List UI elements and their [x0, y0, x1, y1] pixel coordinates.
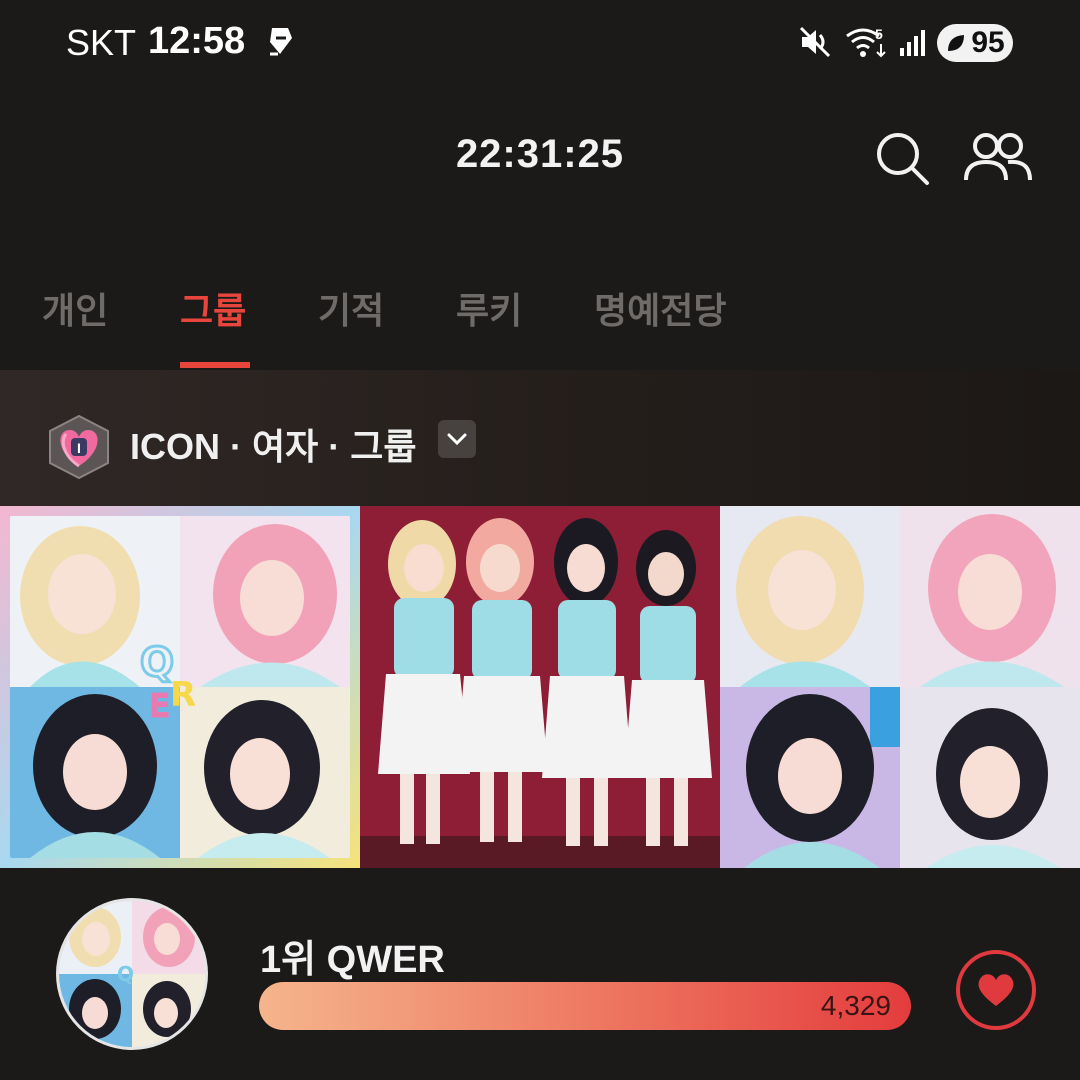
active-tab-indicator [180, 362, 250, 368]
icon-badge: I [44, 414, 114, 485]
tab-group[interactable]: 그룹 [180, 282, 246, 334]
svg-text:Q: Q [140, 640, 174, 686]
group-photo-stage[interactable] [360, 506, 720, 868]
tab-rookie[interactable]: 루키 [456, 282, 522, 334]
group-photo-collage[interactable]: Q R E [0, 506, 360, 868]
leaf-icon [948, 35, 965, 51]
signal-icon [898, 28, 928, 63]
mute-icon [798, 25, 832, 64]
wifi-icon: 5 [845, 26, 891, 65]
svg-text:E: E [150, 689, 169, 724]
member-grid-image [720, 506, 1080, 868]
people-button[interactable] [962, 130, 1034, 186]
member-photo-grid[interactable] [720, 506, 1080, 868]
search-icon [877, 133, 929, 185]
vote-heart-button[interactable] [956, 950, 1036, 1030]
vote-count: 4,329 [820, 990, 891, 1021]
rank-title: 1위 QWER [260, 939, 445, 981]
search-button[interactable] [874, 130, 932, 188]
category-title: ICON · 여자 · 그룹 [130, 426, 417, 467]
photo-carousel[interactable]: Q R E [0, 506, 1080, 868]
avatar-image: Q [59, 901, 205, 1047]
battery-level: 95 [971, 26, 1005, 59]
chevron-down-icon [447, 433, 467, 446]
tab-bar: 개인 그룹 기적 루키 명예전당 [0, 270, 1080, 370]
status-bar: SKT 12:58 5 95 [0, 0, 1080, 90]
svg-text:Q: Q [117, 962, 134, 986]
status-time: 12:58 [148, 20, 246, 62]
tab-hall-of-fame[interactable]: 명예전당 [594, 282, 726, 334]
vote-progress-bar: 4,329 [259, 982, 911, 1030]
avatar[interactable]: Q [56, 898, 208, 1050]
battery-indicator: 95 [937, 24, 1013, 62]
heart-icon [978, 974, 1014, 1006]
ranking-item[interactable]: Q 1위 QWER 4,329 [0, 868, 1080, 1080]
tab-individual[interactable]: 개인 [42, 282, 108, 334]
collage-image: Q R E [10, 516, 350, 858]
category-dropdown-button[interactable] [438, 420, 476, 458]
pen-icon [262, 24, 298, 65]
svg-text:5: 5 [875, 26, 883, 42]
category-header: I ICON · 여자 · 그룹 [0, 370, 1080, 506]
tab-miracle[interactable]: 기적 [318, 282, 384, 334]
carrier-label: SKT [66, 22, 137, 63]
svg-text:I: I [77, 440, 81, 456]
svg-text:R: R [170, 675, 196, 715]
people-icon [964, 133, 1032, 181]
stage-image [360, 506, 720, 868]
